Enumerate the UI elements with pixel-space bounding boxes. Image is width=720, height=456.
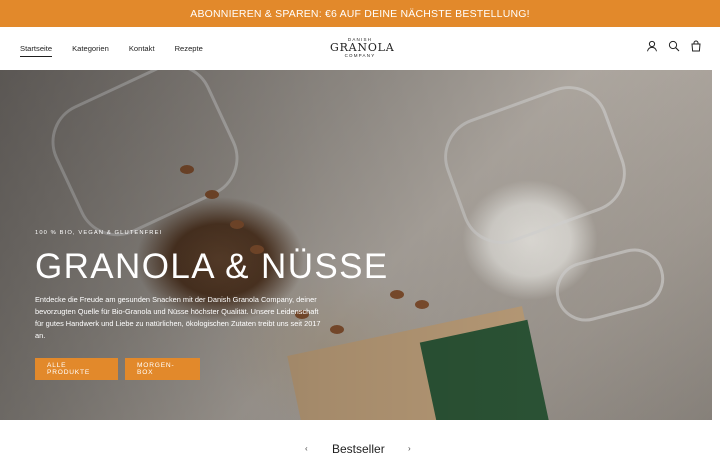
morning-box-button[interactable]: MORGEN-BOX — [125, 358, 200, 380]
nav-item-rezepte[interactable]: Rezepte — [175, 41, 203, 56]
hero-content: 100 % BIO, VEGAN & GLUTENFREI GRANOLA & … — [35, 230, 389, 380]
site-logo[interactable]: DANISH GRANOLA COMPANY — [330, 37, 395, 61]
logo-main-text: GRANOLA — [330, 41, 395, 54]
section-title: Bestseller — [332, 442, 385, 456]
hero-eyebrow: 100 % BIO, VEGAN & GLUTENFREI — [35, 230, 163, 236]
main-nav: Startseite Kategorien Kontakt Rezepte — [20, 27, 203, 70]
hero-banner: 100 % BIO, VEGAN & GLUTENFREI GRANOLA & … — [0, 70, 712, 420]
announcement-bar[interactable]: ABONNIEREN & SPAREN: €6 AUF DEINE NÄCHST… — [0, 0, 720, 27]
cart-icon[interactable] — [690, 39, 702, 52]
search-icon[interactable] — [668, 39, 680, 52]
bestseller-section: ‹ Bestseller › — [0, 420, 720, 456]
nav-item-startseite[interactable]: Startseite — [20, 41, 53, 57]
all-products-button[interactable]: ALLE PRODUKTE — [35, 358, 118, 380]
nav-item-kategorien[interactable]: Kategorien — [72, 41, 109, 56]
header-icons — [646, 39, 702, 52]
chevron-left-icon[interactable]: ‹ — [305, 444, 308, 453]
hero-headline: GRANOLA & NÜSSE — [35, 247, 389, 286]
site-header: Startseite Kategorien Kontakt Rezepte DA… — [0, 27, 720, 70]
account-icon[interactable] — [646, 39, 658, 52]
chevron-right-icon[interactable]: › — [408, 444, 411, 453]
nav-item-kontakt[interactable]: Kontakt — [129, 41, 155, 56]
hero-description: Entdecke die Freude am gesunden Snacken … — [35, 295, 321, 340]
announcement-text: ABONNIEREN & SPAREN: €6 AUF DEINE NÄCHST… — [190, 7, 530, 20]
hero-buttons: ALLE PRODUKTE MORGEN-BOX — [35, 358, 325, 380]
